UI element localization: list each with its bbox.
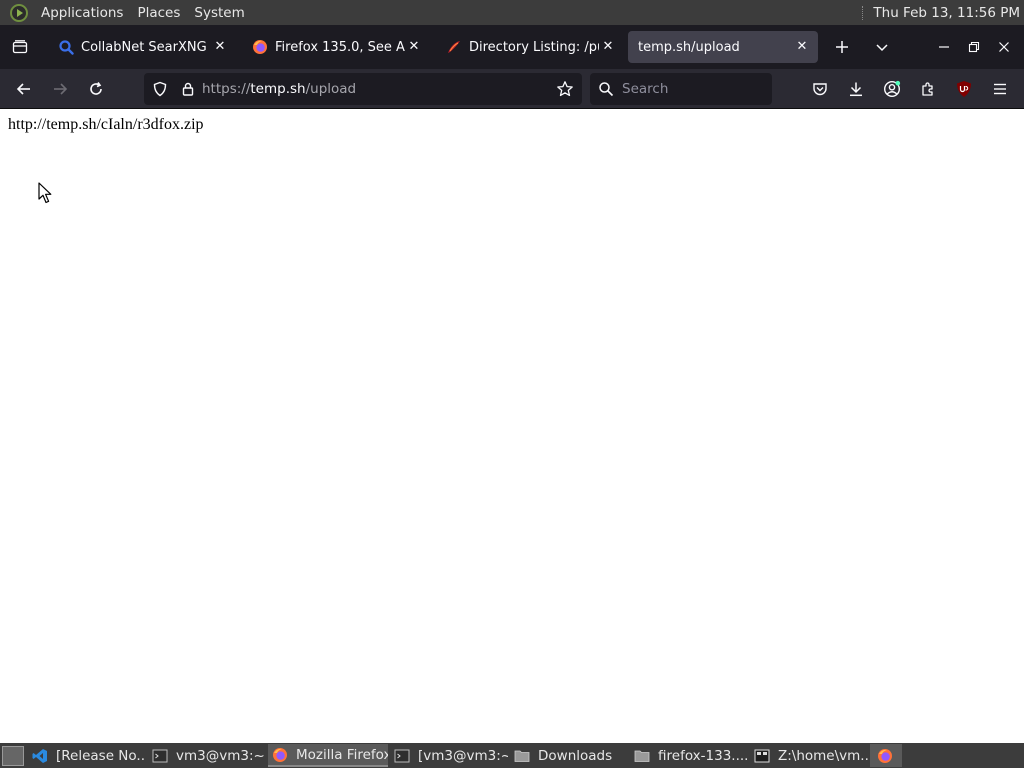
firefox-icon [253, 40, 267, 54]
restore-button[interactable] [959, 32, 989, 62]
taskbar-item-mozilla-firefox[interactable]: Mozilla Firefox [268, 744, 388, 767]
search-icon [59, 40, 74, 55]
taskbar-item-release-notes[interactable]: [Release No... [28, 744, 146, 767]
firefox-view-button[interactable] [0, 25, 40, 69]
url-host: temp.sh [250, 81, 306, 97]
tab-title: temp.sh/upload [638, 39, 740, 55]
vscode-icon [32, 748, 47, 763]
taskbar-item-label: [vm3@vm3:~] [418, 747, 508, 764]
url-text[interactable]: https://temp.sh/upload [202, 81, 356, 97]
downloads-button[interactable] [838, 73, 874, 105]
close-icon [999, 42, 1009, 52]
restore-icon [968, 41, 980, 53]
places-menu[interactable]: Places [130, 5, 187, 21]
minimize-icon [939, 46, 949, 48]
tab-strip: CollabNet SearXNG ✕ Firefox 135.0, See A… [0, 25, 1024, 69]
page-content: http://temp.sh/cIaln/r3dfox.zip [0, 110, 1024, 743]
reload-icon [90, 81, 102, 95]
taskbar-item-downloads[interactable]: Downloads [510, 744, 628, 767]
forward-button[interactable] [42, 73, 78, 105]
taskbar-item-label: Z:\home\vm... [778, 747, 868, 764]
app-menu-button[interactable] [982, 73, 1018, 105]
tracking-protection-shield-icon[interactable] [152, 81, 168, 97]
tab-temp-sh-upload[interactable]: temp.sh/upload ✕ [628, 31, 818, 63]
tab-firefox-release-notes[interactable]: Firefox 135.0, See All N ✕ [240, 31, 430, 63]
taskbar-item-label: vm3@vm3:~ [176, 747, 265, 764]
taskbar-item-label: firefox-133.... [658, 747, 748, 764]
reload-button[interactable] [78, 73, 114, 105]
bookmark-star-icon[interactable] [556, 80, 574, 98]
account-icon [883, 80, 901, 98]
forward-arrow-icon [54, 82, 68, 95]
navigation-toolbar: https://temp.sh/upload [0, 69, 1024, 109]
taskbar-item-label: Mozilla Firefox [296, 746, 388, 763]
apache-feather-icon [448, 41, 460, 53]
tab-collabnet-searxng[interactable]: CollabNet SearXNG ✕ [46, 31, 236, 63]
taskbar-firefox-launcher[interactable] [870, 744, 902, 767]
applications-menu[interactable]: Applications [34, 5, 130, 21]
close-tab-icon[interactable]: ✕ [212, 38, 228, 54]
os-logo-icon[interactable] [10, 3, 28, 22]
taskbar-item-terminal-2[interactable]: [vm3@vm3:~] [390, 744, 508, 767]
panel-separator [862, 5, 865, 20]
taskbar-item-label: [Release No... [56, 747, 146, 764]
url-scheme: https:// [202, 81, 251, 97]
ublock-origin-icon [957, 81, 971, 97]
lock-icon[interactable] [180, 81, 196, 97]
tab-title: Firefox 135.0, See All N [275, 39, 405, 55]
window-controls [929, 32, 1019, 62]
close-tab-icon[interactable]: ✕ [600, 38, 616, 54]
tab-title: Directory Listing: /pub [469, 39, 599, 55]
folder-icon [514, 750, 530, 762]
ublock-origin-button[interactable] [946, 73, 982, 105]
url-path: /upload [305, 81, 357, 97]
wine-explorer-icon [754, 749, 770, 762]
folder-icon [634, 750, 650, 762]
close-tab-icon[interactable]: ✕ [794, 38, 810, 54]
back-arrow-icon [16, 82, 30, 95]
tab-title: CollabNet SearXNG [81, 39, 207, 55]
back-button[interactable] [6, 73, 42, 105]
plus-icon [836, 41, 848, 53]
firefox-view-icon [12, 40, 28, 54]
pocket-icon [813, 83, 827, 96]
minimize-button[interactable] [929, 32, 959, 62]
taskbar-item-label: Downloads [538, 747, 613, 764]
taskbar-item-wine-explorer[interactable]: Z:\home\vm... [750, 744, 868, 767]
search-bar[interactable] [590, 73, 772, 105]
firefox-icon [273, 747, 287, 762]
pocket-button[interactable] [802, 73, 838, 105]
search-input[interactable] [620, 80, 764, 98]
uploaded-file-url[interactable]: http://temp.sh/cIaln/r3dfox.zip [8, 116, 204, 134]
puzzle-piece-icon [922, 82, 933, 96]
top-panel: Applications Places System Thu Feb 13, 1… [0, 0, 1024, 25]
firefox-icon [878, 748, 892, 763]
taskbar: [Release No... vm3@vm3:~ Mozilla Firefox… [0, 743, 1024, 768]
mouse-pointer-icon [38, 182, 52, 204]
account-button[interactable] [874, 73, 910, 105]
terminal-icon [394, 749, 410, 762]
system-menu[interactable]: System [187, 5, 251, 21]
list-all-tabs-button[interactable] [864, 31, 900, 63]
chevron-down-icon [876, 44, 888, 52]
close-window-button[interactable] [989, 32, 1019, 62]
taskbar-item-terminal[interactable]: vm3@vm3:~ [148, 744, 266, 767]
download-icon [850, 82, 862, 97]
terminal-icon [152, 749, 168, 762]
search-icon [599, 82, 614, 97]
extensions-button[interactable] [910, 73, 946, 105]
toolbar-right [802, 73, 1018, 105]
show-desktop-button[interactable] [2, 745, 24, 766]
hamburger-menu-icon [994, 83, 1006, 95]
panel-clock[interactable]: Thu Feb 13, 11:56 PM [873, 5, 1020, 21]
close-tab-icon[interactable]: ✕ [406, 38, 422, 54]
url-bar[interactable]: https://temp.sh/upload [144, 73, 582, 105]
new-tab-button[interactable] [824, 31, 860, 63]
taskbar-item-firefox-folder[interactable]: firefox-133.... [630, 744, 748, 767]
tab-directory-listing[interactable]: Directory Listing: /pub ✕ [434, 31, 624, 63]
